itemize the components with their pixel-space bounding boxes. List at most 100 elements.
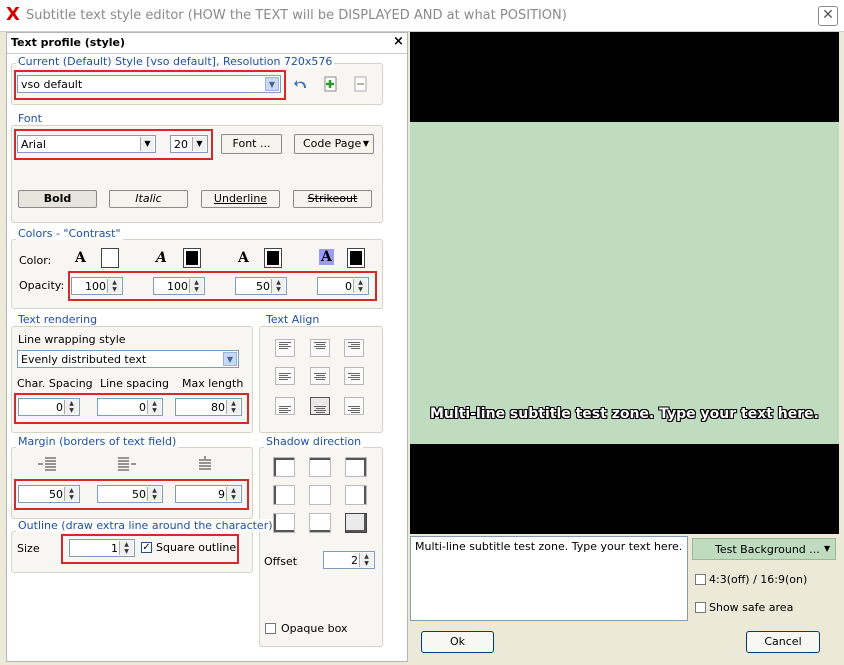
style-select[interactable]: vso default ▼	[17, 75, 281, 93]
square-outline-checkbox[interactable]: ✓	[141, 542, 152, 553]
shadow-middle-center-button[interactable]	[309, 485, 331, 505]
font-dialog-button[interactable]: Font ...	[221, 134, 282, 154]
text-rendering-label: Text rendering	[16, 313, 100, 326]
aspect-ratio-checkbox[interactable]	[695, 574, 706, 585]
opacity-label: Opacity:	[19, 279, 65, 292]
title-bar: X Subtitle text style editor (HOW the TE…	[0, 0, 844, 32]
chevron-down-icon: ▼	[192, 137, 206, 151]
spinner-arrows-icon[interactable]: ▲ ▼	[107, 279, 121, 293]
shadow-opacity-spinner[interactable]: 50 ▲ ▼	[235, 277, 287, 295]
max-length-spinner[interactable]: 80 ▲ ▼	[175, 398, 242, 416]
shadow-top-center-button[interactable]	[309, 457, 331, 477]
spinner-arrows-icon[interactable]: ▲ ▼	[64, 487, 78, 501]
italic-toggle[interactable]: Italic	[109, 190, 188, 208]
opaque-box-checkbox[interactable]	[265, 623, 276, 634]
font-label: Font	[16, 112, 44, 125]
shadow-top-left-button[interactable]	[273, 457, 295, 477]
subtitle-text-input[interactable]: Multi-line subtitle test zone. Type your…	[410, 536, 688, 621]
chevron-down-icon: ▼	[824, 544, 831, 553]
text-align-label: Text Align	[264, 313, 322, 326]
strikeout-toggle[interactable]: Strikeout	[293, 190, 372, 208]
delete-style-icon[interactable]	[353, 76, 369, 92]
shadow-color-swatch[interactable]	[264, 248, 282, 268]
spinner-arrows-icon[interactable]: ▲ ▼	[226, 400, 240, 414]
text-color-swatch[interactable]	[101, 248, 119, 268]
shadow-middle-right-button[interactable]	[345, 485, 367, 505]
chevron-down-icon: ▼	[223, 352, 237, 366]
cancel-button[interactable]: Cancel	[746, 631, 820, 653]
background-opacity-spinner[interactable]: 0 ▲ ▼	[317, 277, 369, 295]
align-bottom-center-button[interactable]	[310, 397, 330, 415]
underline-toggle[interactable]: Underline	[201, 190, 280, 208]
spinner-arrows-icon[interactable]: ▲ ▼	[147, 400, 161, 414]
add-style-icon[interactable]	[323, 76, 339, 92]
spinner-value: 2	[351, 554, 358, 567]
left-margin-spinner[interactable]: 50 ▲ ▼	[18, 485, 80, 503]
outline-size-label: Size	[17, 542, 40, 555]
right-margin-spinner[interactable]: 50 ▲ ▼	[97, 485, 163, 503]
code-page-button[interactable]: Code Page ▼	[294, 134, 374, 154]
text-opacity-spinner[interactable]: 100 ▲ ▼	[71, 277, 123, 295]
spinner-value: 100	[167, 280, 188, 293]
bold-toggle[interactable]: Bold	[18, 190, 97, 208]
char-spacing-spinner[interactable]: 0 ▲ ▼	[18, 398, 80, 416]
text-profile-panel: Text profile (style) × Current (Default)…	[6, 32, 408, 662]
align-bottom-left-button[interactable]	[275, 397, 295, 415]
outline-color-icon: A	[156, 250, 167, 266]
panel-close-button[interactable]: ×	[393, 34, 404, 49]
spinner-arrows-icon[interactable]: ▲ ▼	[119, 541, 133, 555]
shadow-offset-spinner[interactable]: 2 ▲ ▼	[323, 551, 375, 569]
font-family-select[interactable]: Arial ▼	[17, 135, 156, 153]
bottom-margin-spinner[interactable]: 9 ▲ ▼	[175, 485, 242, 503]
align-middle-center-button[interactable]	[310, 367, 330, 385]
line-wrapping-select[interactable]: Evenly distributed text ▼	[17, 350, 239, 368]
shadow-bottom-left-button[interactable]	[273, 513, 295, 533]
bottom-margin-icon	[199, 456, 211, 470]
spinner-value: 50	[132, 488, 146, 501]
spinner-arrows-icon[interactable]: ▲ ▼	[226, 487, 240, 501]
font-family-value: Arial	[21, 138, 46, 151]
app-logo-icon: X	[6, 4, 20, 25]
safe-area-checkbox[interactable]	[695, 602, 706, 613]
align-bottom-right-button[interactable]	[344, 397, 364, 415]
right-margin-icon	[118, 457, 136, 471]
undo-icon[interactable]	[293, 77, 309, 91]
shadow-direction-label: Shadow direction	[264, 435, 364, 448]
font-size-select[interactable]: 20 ▼	[170, 135, 208, 153]
shadow-top-right-button[interactable]	[345, 457, 367, 477]
align-top-center-button[interactable]	[310, 339, 330, 357]
test-background-button[interactable]: Test Background ... ▼	[692, 538, 836, 560]
outline-label: Outline (draw extra line around the char…	[16, 519, 275, 532]
ok-button[interactable]: Ok	[421, 631, 494, 653]
outline-color-swatch[interactable]	[183, 248, 201, 268]
align-middle-right-button[interactable]	[344, 367, 364, 385]
background-color-swatch[interactable]	[347, 248, 365, 268]
align-middle-left-button[interactable]	[275, 367, 295, 385]
style-select-value: vso default	[21, 78, 83, 91]
outline-size-spinner[interactable]: 1 ▲ ▼	[69, 539, 135, 557]
shadow-bottom-center-button[interactable]	[309, 513, 331, 533]
code-page-label: Code Page	[303, 137, 362, 150]
square-outline-label: Square outline	[156, 541, 237, 554]
panel-header: Text profile (style) ×	[7, 33, 407, 54]
spinner-value: 1	[111, 542, 118, 555]
chevron-down-icon: ▼	[140, 137, 154, 151]
window-close-button[interactable]: ✕	[818, 6, 838, 26]
spinner-arrows-icon[interactable]: ▲ ▼	[189, 279, 203, 293]
spinner-arrows-icon[interactable]: ▲ ▼	[147, 487, 161, 501]
line-wrapping-value: Evenly distributed text	[21, 353, 147, 366]
spinner-value: 0	[56, 401, 63, 414]
align-top-right-button[interactable]	[344, 339, 364, 357]
outline-opacity-spinner[interactable]: 100 ▲ ▼	[153, 277, 205, 295]
spinner-arrows-icon[interactable]: ▲ ▼	[359, 553, 373, 567]
spinner-arrows-icon[interactable]: ▲ ▼	[64, 400, 78, 414]
preview-subtitle-text: Multi-line subtitle test zone. Type your…	[430, 406, 819, 422]
shadow-bottom-right-button[interactable]	[345, 513, 367, 533]
margin-label: Margin (borders of text field)	[16, 435, 179, 448]
shadow-middle-left-button[interactable]	[273, 485, 295, 505]
test-background-label: Test Background ...	[715, 543, 820, 556]
align-top-left-button[interactable]	[275, 339, 295, 357]
spinner-arrows-icon[interactable]: ▲ ▼	[271, 279, 285, 293]
line-spacing-spinner[interactable]: 0 ▲ ▼	[97, 398, 163, 416]
spinner-arrows-icon[interactable]: ▲ ▼	[353, 279, 367, 293]
